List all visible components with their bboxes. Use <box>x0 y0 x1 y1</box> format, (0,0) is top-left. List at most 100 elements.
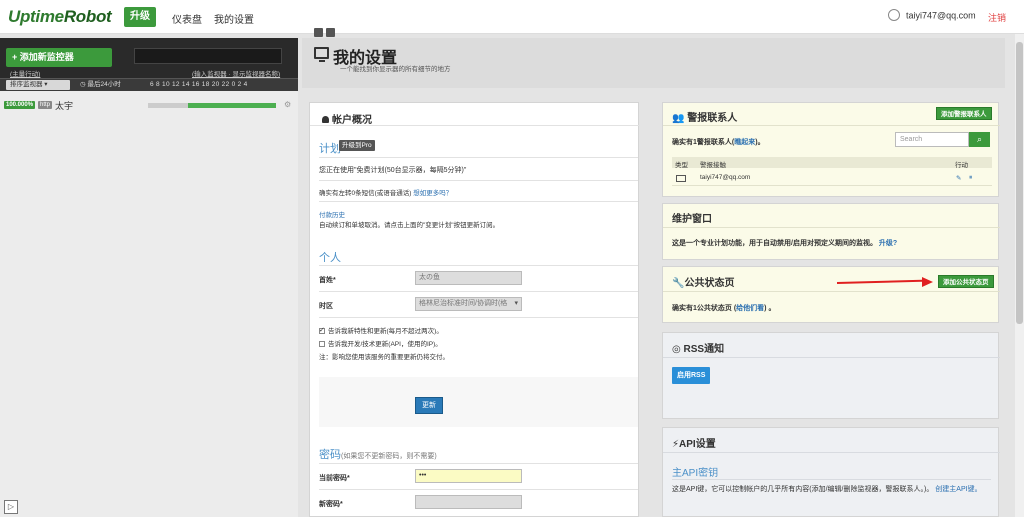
edit-icon[interactable]: ✎ <box>956 174 961 182</box>
add-monitor-button[interactable]: + 添加新监控器 <box>6 48 112 67</box>
updates-note: 注：影响您使用该服务的重要更新仍将交付。 <box>319 354 449 361</box>
divider <box>663 227 1000 228</box>
layout-icon[interactable] <box>314 28 323 37</box>
password-title: 密码(如果您不更新密码，则不需要) <box>319 449 437 461</box>
scrollbar-thumb[interactable] <box>1016 42 1023 324</box>
checkbox-checked[interactable] <box>319 326 325 334</box>
divider <box>663 125 1000 126</box>
feature-updates-checkbox[interactable]: 告诉我新特性和更新(每月不超过两次)。 <box>319 325 443 335</box>
users-icon: 👥 <box>672 113 685 124</box>
panel-icon[interactable] <box>326 28 335 37</box>
timezone-select[interactable]: 格林尼治标准时间/协调时(格 <box>415 297 522 311</box>
upgrade-button[interactable]: 升级 <box>124 7 156 27</box>
nav-dashboard[interactable]: 仪表盘 <box>172 11 202 26</box>
last-24h-label: ◷ 最后24小时 <box>80 81 121 88</box>
add-alert-contact-button[interactable]: 添加警报联系人 <box>936 107 992 120</box>
maintenance-desc: 这是一个专业计划功能，用于自动禁用/启用对预定义期间的监视。 升级? <box>672 240 898 247</box>
status-page-count: 确实有1公共状态页 (给他们看) 。 <box>672 305 776 312</box>
upgrade-pro-button[interactable]: 升级到Pro <box>339 140 375 151</box>
bolt-icon: ⚡ <box>672 439 680 450</box>
annotation-arrow-head <box>922 277 933 287</box>
monitor-hint-link[interactable]: (输入监视器 · 显示监视器名称) <box>192 68 280 78</box>
search-icon[interactable]: ⌕ <box>969 132 990 147</box>
bulk-actions-link[interactable]: (主量行动) <box>10 68 40 78</box>
update-button[interactable]: 更新 <box>415 397 443 414</box>
divider <box>310 125 640 126</box>
add-status-page-button[interactable]: 添加公共状态页 <box>938 275 994 288</box>
plan-desc: 您正在使用"免费计划(50台显示器，每隔5分钟)" <box>319 167 467 174</box>
status-page-title: 🔧公共状态页 <box>672 278 735 289</box>
mail-icon <box>676 175 686 182</box>
new-password-input[interactable] <box>415 495 522 509</box>
name-label: 首姓* <box>319 277 336 284</box>
plan-title: 计划 <box>319 143 341 155</box>
dev-updates-checkbox[interactable]: 告诉我开发/技术更新(API，使用的IP)。 <box>319 338 442 348</box>
api-card: ⚡API设置 主API密钥 这是API键，它可以控制帐户的几乎所有内容(添加/编… <box>662 427 1000 517</box>
show-status-pages-link[interactable]: 给他们看 <box>736 305 764 312</box>
page-scrollbar[interactable] <box>1015 34 1024 517</box>
alert-contacts-title: 👥 警报联系人 <box>672 113 738 124</box>
user-menu[interactable]: taiyi747@qq.com <box>888 9 976 22</box>
status-page-card: 🔧公共状态页 添加公共状态页 确实有1公共状态页 (给他们看) 。 <box>662 266 1000 323</box>
divider <box>319 489 638 490</box>
logout-link[interactable]: 注销 <box>988 11 1006 24</box>
account-overview-title: 帐户概况 <box>322 111 372 126</box>
checkbox-unchecked[interactable] <box>319 341 325 347</box>
rss-icon: ◎ <box>672 344 681 355</box>
view-contacts-link[interactable]: 瞧起来 <box>734 139 755 146</box>
new-password-label: 新密码* <box>319 501 343 508</box>
monitor-name[interactable]: 太宇 <box>55 99 73 112</box>
hours-scale: 6 8 10 12 14 16 18 20 22 0 2 4 <box>150 81 248 88</box>
alert-contacts-count: 确实有1警报联系人(瞧起来)。 <box>672 139 765 146</box>
maintenance-upgrade-link[interactable]: 升级? <box>879 240 897 247</box>
alert-contacts-card: 👥 警报联系人 添加警报联系人 确实有1警报联系人(瞧起来)。 Search ⌕… <box>662 102 1000 197</box>
monitor-search-input[interactable] <box>134 48 282 64</box>
monitor-icon <box>314 47 329 62</box>
sms-desc: 确实有左转0条短信(或语音通话) 想如更多吗？ <box>319 190 453 197</box>
account-overview-card: 帐户概况 计划 升级到Pro 您正在使用"免费计划(50台显示器，每隔5分钟)"… <box>309 102 640 517</box>
divider <box>663 357 1000 358</box>
rss-title: ◎ RSS通知 <box>672 344 725 355</box>
maintenance-title: 维护窗口 <box>672 214 712 225</box>
api-title: ⚡API设置 <box>672 439 716 450</box>
nav-my-settings[interactable]: 我的设置 <box>214 11 254 26</box>
uptime-bar <box>148 103 276 108</box>
current-password-input[interactable]: ••• <box>415 469 522 483</box>
divider <box>319 265 638 266</box>
monitor-row[interactable]: 100.000% http 太宇 ⚙ <box>0 98 298 112</box>
sms-more-link[interactable]: 想如更多吗？ <box>413 190 452 197</box>
pause-icon[interactable]: ⏸ <box>969 174 972 182</box>
user-icon <box>888 9 900 21</box>
page-header: 我的设置 一个能找到你显示器的所有细节的地方 <box>302 38 1005 88</box>
uptime-bar-fill <box>188 103 276 108</box>
divider <box>319 201 638 202</box>
create-api-key-link[interactable]: 创建主API键。 <box>935 486 981 493</box>
divider <box>663 452 1000 453</box>
logo[interactable]: UptimeRobot <box>8 7 112 27</box>
timezone-label: 时区 <box>319 303 333 310</box>
user-icon <box>322 116 329 123</box>
sidebar-sub-links: (主量行动) (输入监视器 · 显示监视器名称) <box>0 68 298 78</box>
collapse-sidebar-button[interactable]: ▷ <box>4 500 18 514</box>
personal-title: 个人 <box>319 252 341 264</box>
contact-search-input[interactable]: Search <box>895 132 969 147</box>
divider <box>319 463 638 464</box>
main-api-key-title: 主API密钥 <box>672 468 719 479</box>
enable-rss-button[interactable]: 启用RSS <box>672 367 711 384</box>
gear-icon[interactable]: ⚙ <box>284 100 291 109</box>
user-email: taiyi747@qq.com <box>906 10 976 21</box>
sidebar-header: + 添加新监控器 (主量行动) (输入监视器 · 显示监视器名称) <box>0 38 298 78</box>
api-desc: 这是API键，它可以控制帐户的几乎所有内容(添加/编辑/删除监视器，警报联系人。… <box>672 486 982 493</box>
divider <box>319 157 638 158</box>
maintenance-card: 维护窗口 这是一个专业计划功能，用于自动禁用/启用对预定义期间的监视。 升级? <box>662 203 1000 260</box>
wrench-icon: 🔧 <box>672 278 685 289</box>
sort-monitors-dropdown[interactable]: 排序监视器 ▾ <box>6 80 70 90</box>
contact-email: taiyi747@qq.com <box>700 174 751 181</box>
divider <box>663 291 1000 292</box>
rss-card: ◎ RSS通知 启用RSS <box>662 332 1000 419</box>
top-navbar: UptimeRobot 升级 仪表盘 我的设置 taiyi747@qq.com … <box>0 0 1024 34</box>
divider <box>319 291 638 292</box>
divider <box>672 479 991 480</box>
name-input[interactable]: 太の鱼 <box>415 271 522 285</box>
billing-history-link[interactable]: 付款历史 <box>319 209 345 219</box>
